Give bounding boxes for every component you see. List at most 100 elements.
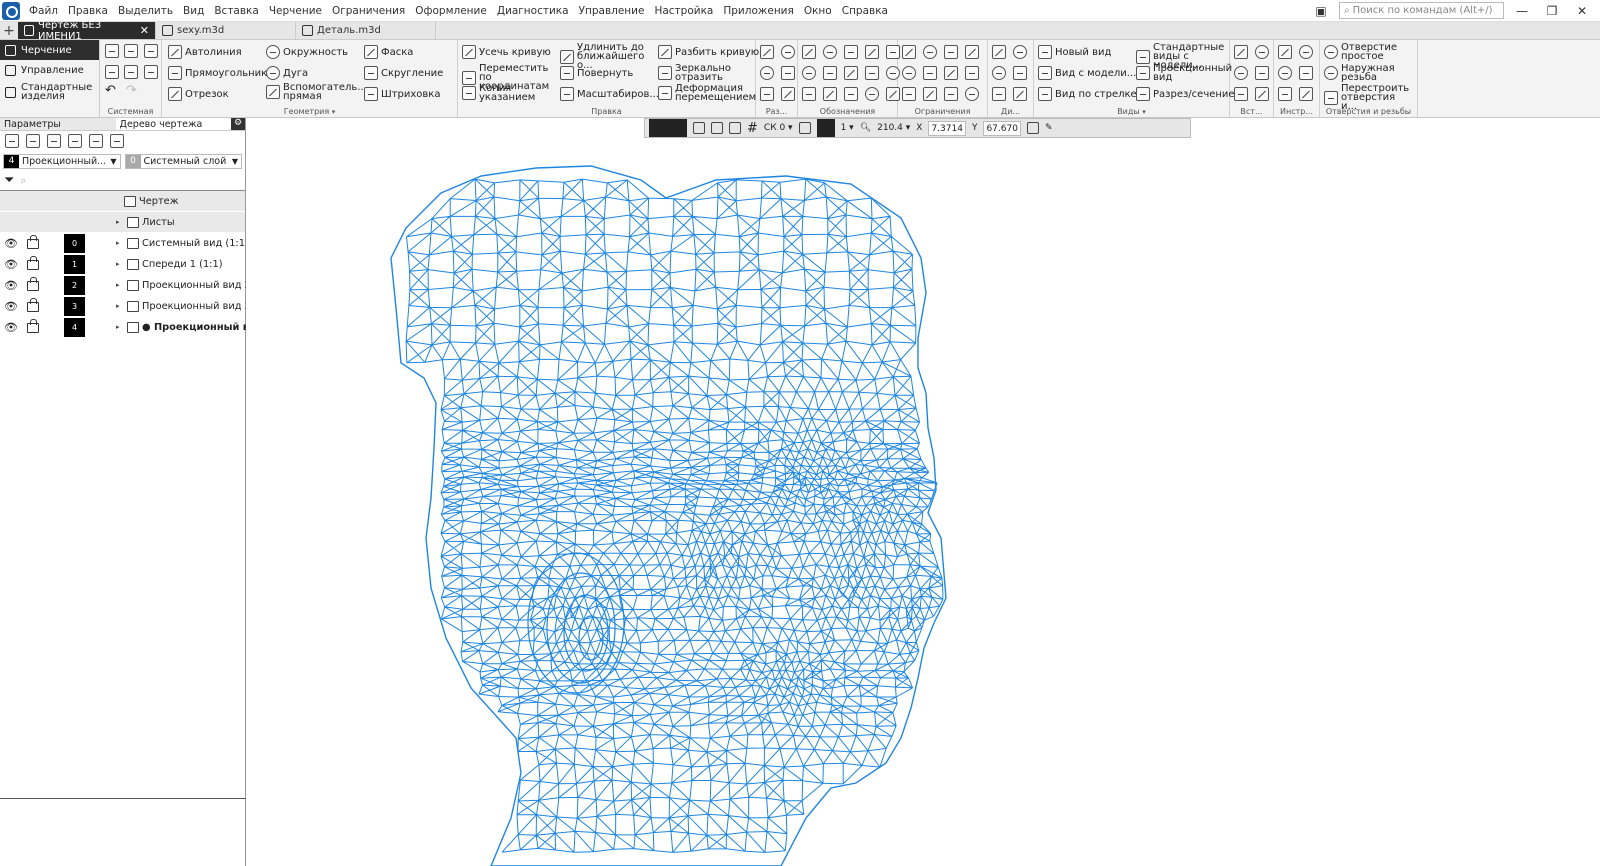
search-icon[interactable]: ⌕: [20, 174, 26, 188]
instrument-tool-icon[interactable]: [1299, 45, 1313, 59]
mirror-button[interactable]: Зеркально отразить: [658, 64, 737, 83]
insert-tool-icon[interactable]: [1255, 66, 1269, 80]
autoline-button[interactable]: Автолиния: [168, 45, 242, 59]
insert-tool-icon[interactable]: [1255, 87, 1269, 101]
round-icon[interactable]: [816, 119, 835, 137]
tab-detail-m3d[interactable]: Деталь.m3d: [296, 22, 436, 39]
instrument-tool-icon[interactable]: [1299, 66, 1313, 80]
simple-hole-button[interactable]: Отверстие простое: [1324, 43, 1401, 62]
constraint-tool-icon[interactable]: [965, 87, 979, 101]
snap-mode-icon[interactable]: [649, 119, 687, 137]
expand-icon[interactable]: ▾: [332, 108, 336, 116]
dimension-tool-icon[interactable]: [760, 87, 774, 101]
tree-item-view[interactable]: 👁︎ 1 ▸ Спереди 1 (1:1): [0, 254, 245, 275]
mode-drafting[interactable]: Черчение: [0, 40, 99, 60]
rectangle-button[interactable]: Прямоугольник: [168, 66, 267, 80]
menu-item[interactable]: Выделить: [113, 5, 178, 17]
restore-button[interactable]: ❐: [1540, 4, 1564, 18]
menu-item[interactable]: Диагностика: [492, 5, 574, 17]
dimension-tool-icon[interactable]: [760, 66, 774, 80]
menu-item[interactable]: Настройка: [649, 5, 718, 17]
copy-button[interactable]: Копия указанием: [462, 84, 535, 103]
eye-icon[interactable]: 👁︎: [4, 321, 18, 334]
menu-item[interactable]: Оформление: [410, 5, 492, 17]
annotation-tool-icon[interactable]: [865, 87, 879, 101]
insert-tool-icon[interactable]: [1234, 66, 1248, 80]
menu-item[interactable]: Справка: [837, 5, 893, 17]
split-curve-button[interactable]: Разбить кривую: [658, 45, 759, 59]
tree-item-view[interactable]: 👁︎ 0 ▸ Системный вид (1:1): [0, 233, 249, 254]
annotation-tool-icon[interactable]: [802, 87, 816, 101]
tree-list-icon[interactable]: [26, 134, 40, 148]
constraint-tool-icon[interactable]: [902, 87, 916, 101]
section-button[interactable]: Разрез/сечение: [1136, 87, 1235, 101]
annotation-tool-icon[interactable]: [844, 66, 858, 80]
constraint-tool-icon[interactable]: [944, 66, 958, 80]
lock-icon[interactable]: [27, 277, 39, 291]
tab-drawing[interactable]: Чертеж БЕЗ ИМЕНИ1 ✕: [18, 20, 156, 42]
ortho-icon[interactable]: [798, 122, 811, 134]
zoom-icon[interactable]: 🔍︎: [860, 123, 871, 133]
tab-parameters[interactable]: Параметры: [0, 118, 116, 130]
menu-item[interactable]: Ограничения: [327, 5, 410, 17]
tree-item-view[interactable]: 👁︎ 4 ▸ ● Проекционный вид: [0, 317, 264, 338]
tree-view-icon[interactable]: [5, 134, 19, 148]
diagnostic-tool-icon[interactable]: [1013, 66, 1027, 80]
diagnostic-tool-icon[interactable]: [1013, 87, 1027, 101]
hatch-button[interactable]: Штриховка: [364, 87, 440, 101]
eye-icon[interactable]: 👁︎: [4, 237, 18, 250]
lock-icon[interactable]: [27, 235, 39, 249]
lock-icon[interactable]: [27, 256, 39, 270]
arc-button[interactable]: Дуга: [266, 66, 308, 80]
annotation-tool-icon[interactable]: [802, 66, 816, 80]
expand-icon[interactable]: ▸: [116, 302, 124, 310]
constraint-tool-icon[interactable]: [923, 66, 937, 80]
step-select[interactable]: 1 ▾: [841, 123, 854, 133]
menu-item[interactable]: Управление: [574, 5, 650, 17]
preview-button[interactable]: [124, 65, 138, 79]
menu-item[interactable]: Файл: [24, 5, 63, 17]
menu-item[interactable]: Черчение: [264, 5, 327, 17]
instrument-tool-icon[interactable]: [1278, 45, 1292, 59]
save-as-button[interactable]: [144, 65, 158, 79]
instrument-tool-icon[interactable]: [1278, 87, 1292, 101]
insert-tool-icon[interactable]: [1255, 45, 1269, 59]
dimension-tool-icon[interactable]: [781, 45, 795, 59]
diagnostic-tool-icon[interactable]: [992, 45, 1006, 59]
annotation-tool-icon[interactable]: [844, 87, 858, 101]
measure-icon[interactable]: [1026, 122, 1039, 134]
layer-select[interactable]: 0 Системный слой ▼: [124, 153, 242, 169]
constraint-tool-icon[interactable]: [944, 87, 958, 101]
expand-icon[interactable]: ▸: [116, 218, 124, 226]
image-icon[interactable]: [89, 134, 103, 148]
new-view-button[interactable]: Новый вид: [1038, 45, 1111, 59]
constraint-tool-icon[interactable]: [965, 66, 979, 80]
grid-icon[interactable]: #: [747, 121, 758, 136]
view-select[interactable]: 4 Проекционный... ▼: [3, 153, 121, 169]
local-cs-icon[interactable]: [693, 122, 705, 134]
expand-icon[interactable]: ▾: [1142, 108, 1146, 116]
panel-toggle-icon[interactable]: ▣: [1309, 4, 1333, 18]
deform-button[interactable]: Деформация перемещением: [658, 84, 756, 103]
diagnostic-tool-icon[interactable]: [992, 87, 1006, 101]
undo-button[interactable]: ↶: [105, 84, 116, 97]
y-coordinate-field[interactable]: 67.670: [983, 120, 1021, 136]
constraint-tool-icon[interactable]: [902, 66, 916, 80]
insert-tool-icon[interactable]: [1234, 87, 1248, 101]
constraint-tool-icon[interactable]: [965, 45, 979, 59]
expand-icon[interactable]: ▸: [116, 260, 124, 268]
constraint-tool-icon[interactable]: [944, 45, 958, 59]
x-coordinate-field[interactable]: 7.3714: [928, 120, 966, 136]
minimize-button[interactable]: —: [1510, 4, 1534, 18]
annotation-tool-icon[interactable]: [823, 45, 837, 59]
tab-drawing-tree[interactable]: Дерево чертежа: [115, 118, 232, 130]
rotate-button[interactable]: Повернуть: [560, 66, 633, 80]
eye-icon[interactable]: 👁︎: [4, 258, 18, 271]
new-file-button[interactable]: [105, 44, 119, 58]
aux-line-button[interactable]: Вспомогатель... прямая: [266, 83, 367, 102]
save-button[interactable]: [144, 44, 158, 58]
menu-item[interactable]: Правка: [63, 5, 113, 17]
fillet-button[interactable]: Скругление: [364, 66, 443, 80]
kompas-logo-icon[interactable]: [2, 1, 20, 20]
expand-icon[interactable]: ▸: [116, 239, 124, 247]
